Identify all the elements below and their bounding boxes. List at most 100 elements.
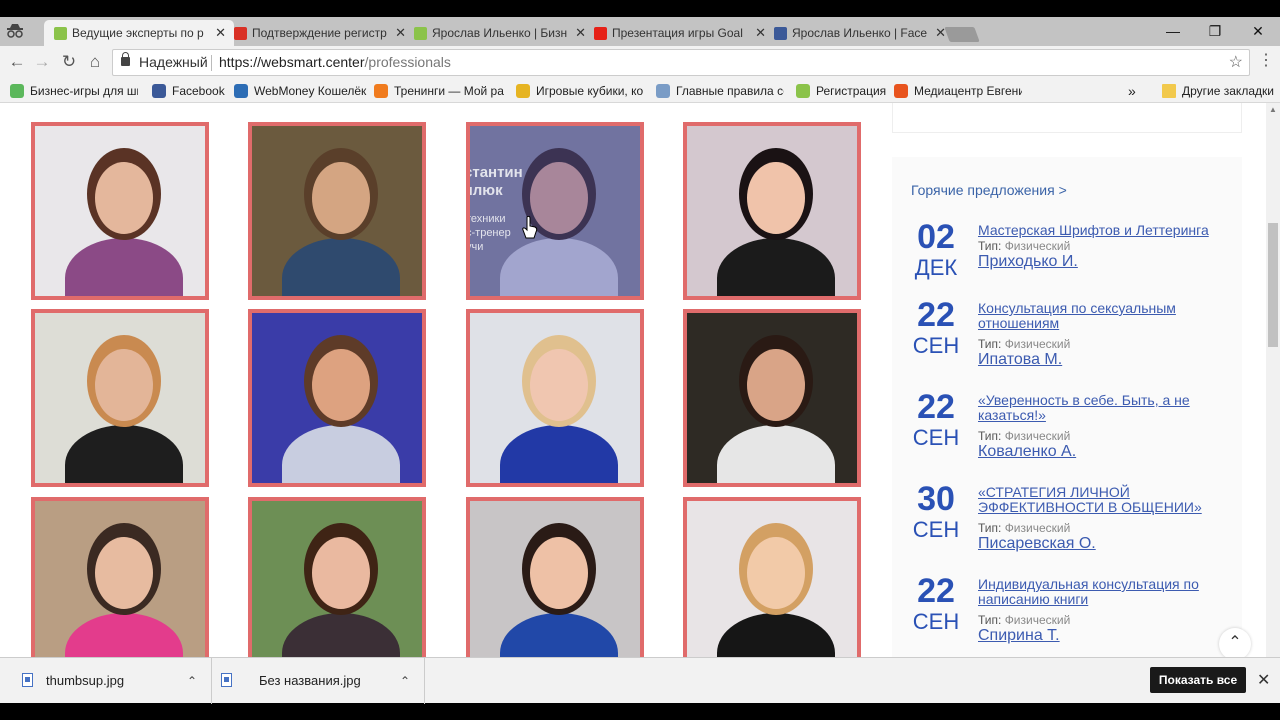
- photo-person-face: [95, 162, 153, 234]
- expert-photo[interactable]: [31, 122, 209, 300]
- download-item[interactable]: Без названия.jpg ⌃: [213, 658, 425, 704]
- minimize-button[interactable]: —: [1158, 21, 1188, 41]
- download-filename: Без названия.jpg: [259, 673, 361, 688]
- bookmark-item[interactable]: Игровые кубики, ко: [514, 82, 646, 100]
- bookmarks-more-button[interactable]: »: [1128, 82, 1136, 100]
- sidebar-top-box: [892, 103, 1242, 133]
- tab-title: Подтверждение регистр: [252, 26, 387, 40]
- reload-button[interactable]: ↻: [58, 52, 80, 72]
- expert-photo[interactable]: [683, 497, 861, 675]
- photo-person-face: [747, 162, 805, 234]
- bookmark-favicon: [234, 84, 248, 98]
- bookmarks-bar: Бизнес-игры для шк Facebook WebMoney Кошел…: [0, 79, 1280, 103]
- photo-person-face: [95, 349, 153, 421]
- event-type: Тип: Физический: [978, 521, 1071, 535]
- bookmark-label: Медиацентр Евгени: [914, 84, 1022, 98]
- close-downloads-bar-icon[interactable]: ✕: [1257, 670, 1270, 690]
- scrollbar-thumb[interactable]: [1268, 223, 1278, 347]
- page-content: стантин ялюк техники с-тренер учи Горячие пр…: [0, 103, 1266, 703]
- url-host: https://websmart.center: [219, 54, 365, 70]
- expert-photo[interactable]: [248, 309, 426, 487]
- bookmark-star-icon[interactable]: ☆: [1229, 50, 1243, 75]
- event-day: 22: [917, 296, 955, 334]
- bookmark-item[interactable]: Тренинги — Мой ра: [372, 82, 504, 100]
- hot-offers-heading[interactable]: Горячие предложения >: [911, 182, 1067, 198]
- expert-photo[interactable]: [248, 122, 426, 300]
- photo-person-face: [95, 537, 153, 609]
- forward-button[interactable]: →: [31, 52, 53, 72]
- hot-offers-sidebar: Горячие предложения > 02 ДЕК Мастерская Шр…: [892, 157, 1242, 703]
- url-text[interactable]: https://websmart.center/professionals: [219, 50, 451, 75]
- bookmark-item[interactable]: Медиацентр Евгени: [892, 82, 1022, 100]
- page-scrollbar[interactable]: ▲ ▼: [1266, 103, 1280, 703]
- chevron-up-icon[interactable]: ⌃: [400, 658, 410, 704]
- event-author-link[interactable]: Писаревская О.: [978, 535, 1096, 553]
- tab-4[interactable]: Презентация игры Goal ✕: [584, 20, 774, 46]
- event-author-link[interactable]: Спирина Т.: [978, 627, 1060, 645]
- photo-person-face: [312, 349, 370, 421]
- tab-5[interactable]: Ярослав Ильенко | Face ✕: [764, 20, 954, 46]
- expert-photo[interactable]: [683, 122, 861, 300]
- chevron-up-icon[interactable]: ⌃: [187, 658, 197, 704]
- expert-photo[interactable]: [683, 309, 861, 487]
- tab-favicon: [774, 27, 787, 40]
- photo-person-face: [530, 537, 588, 609]
- event-day: 02: [917, 218, 955, 256]
- tab-2[interactable]: Подтверждение регистр ✕: [224, 20, 414, 46]
- bookmark-label: Facebook: [172, 84, 225, 98]
- bookmark-item[interactable]: Бизнес-игры для шк: [8, 82, 138, 100]
- expert-photo[interactable]: [248, 497, 426, 675]
- close-window-button[interactable]: ✕: [1243, 21, 1273, 41]
- expert-photo[interactable]: [466, 309, 644, 487]
- back-button[interactable]: ←: [6, 52, 28, 72]
- toolbar: ← → ↻ ⌂ Надежный https://websmart.center…: [0, 46, 1280, 79]
- bookmark-item[interactable]: Главные правила со: [654, 82, 784, 100]
- event-title-link[interactable]: «Уверенность в себе. Быть, а не казаться…: [978, 393, 1228, 423]
- expert-photo[interactable]: [31, 309, 209, 487]
- tab-close-icon[interactable]: ✕: [935, 20, 946, 46]
- tab-title: Ярослав Ильенко | Бизн: [432, 26, 568, 40]
- tab-3[interactable]: Ярослав Ильенко | Бизн ✕: [404, 20, 594, 46]
- event-author-link[interactable]: Приходько И.: [978, 253, 1078, 271]
- hover-description: техники с-тренер учи: [466, 213, 511, 253]
- expert-photo[interactable]: [31, 497, 209, 675]
- browser-window: Ведущие эксперты по р ✕ Подтверждение реги…: [0, 17, 1280, 703]
- maximize-button[interactable]: ❐: [1200, 21, 1230, 41]
- tab-favicon: [414, 27, 427, 40]
- address-bar[interactable]: Надежный https://websmart.center/profess…: [112, 49, 1250, 76]
- browser-menu-icon[interactable]: ⋮: [1258, 53, 1274, 69]
- event-month: СЕН: [912, 609, 960, 634]
- event-title-link[interactable]: Консультация по сексуальным отношениям: [978, 301, 1228, 331]
- lock-icon: [121, 52, 130, 66]
- event-month: ДЕК: [914, 255, 958, 280]
- bookmark-label: Тренинги — Мой ра: [394, 84, 504, 98]
- tab-favicon: [234, 27, 247, 40]
- event-title-link[interactable]: Мастерская Шрифтов и Леттеринга: [978, 223, 1228, 238]
- expert-photo[interactable]: [466, 497, 644, 675]
- folder-icon: [1162, 84, 1176, 98]
- event-title-link[interactable]: Индивидуальная консультация по написанию…: [978, 577, 1228, 607]
- new-tab-button[interactable]: [944, 27, 980, 42]
- bookmark-item[interactable]: WebMoney Кошелёк: [232, 82, 368, 100]
- bookmark-favicon: [656, 84, 670, 98]
- photo-person-face: [312, 162, 370, 234]
- home-button[interactable]: ⌂: [84, 52, 106, 72]
- bookmark-favicon: [152, 84, 166, 98]
- expert-photo[interactable]: стантин ялюк техники с-тренер учи: [466, 122, 644, 300]
- event-author-link[interactable]: Коваленко А.: [978, 443, 1076, 461]
- event-author-link[interactable]: Ипатова М.: [978, 351, 1062, 369]
- event-title-link[interactable]: «СТРАТЕГИЯ ЛИЧНОЙ ЭФФЕКТИВНОСТИ В ОБЩЕНИ…: [978, 485, 1228, 515]
- event-type: Тип: Физический: [978, 613, 1071, 627]
- scroll-to-top-button[interactable]: ⌃: [1219, 628, 1251, 660]
- download-item[interactable]: thumbsup.jpg ⌃: [0, 658, 212, 704]
- show-all-downloads-button[interactable]: Показать все: [1150, 667, 1246, 693]
- bookmark-item[interactable]: Регистрация: [794, 82, 886, 100]
- bookmark-item[interactable]: Facebook: [150, 82, 228, 100]
- other-bookmarks[interactable]: Другие закладки: [1160, 82, 1275, 100]
- event-day: 22: [917, 388, 955, 426]
- tab-1[interactable]: Ведущие эксперты по р ✕: [44, 20, 234, 46]
- event-day: 30: [917, 480, 955, 518]
- photo-person-face: [747, 349, 805, 421]
- scroll-up-icon[interactable]: ▲: [1269, 105, 1277, 114]
- event-day: 22: [917, 572, 955, 610]
